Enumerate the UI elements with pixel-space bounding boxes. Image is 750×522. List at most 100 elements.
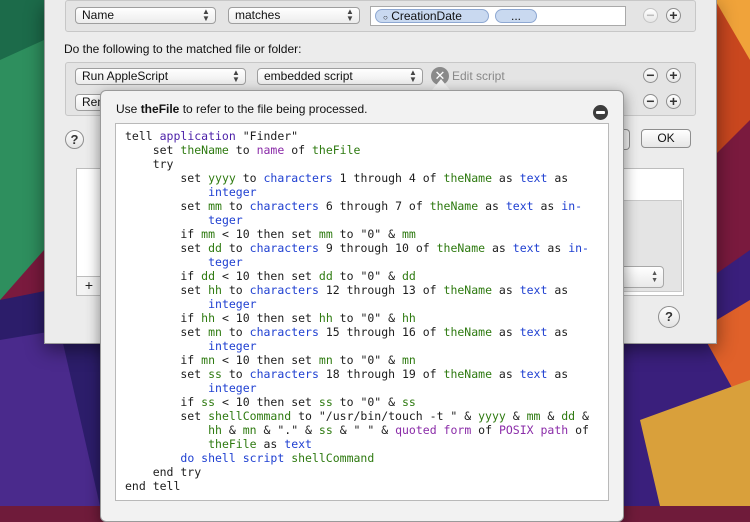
code-line: end tell — [125, 479, 608, 493]
code-line: integer — [125, 297, 608, 311]
code-token: hh — [318, 311, 333, 325]
code-token: to — [228, 143, 257, 157]
code-token: as — [492, 367, 520, 381]
applescript-editor[interactable]: tell application "Finder" set theName to… — [115, 123, 609, 501]
code-token: text — [505, 199, 534, 213]
code-token: yyyy — [478, 409, 506, 423]
code-token: set — [125, 143, 181, 157]
code-token: as — [547, 367, 569, 381]
code-token: ss — [318, 423, 333, 437]
code-token: 18 through 19 of — [318, 367, 444, 381]
code-token: set — [125, 325, 209, 339]
updown-arrows-icon: ▲ ▼ — [409, 68, 417, 84]
code-token: dd — [208, 241, 222, 255]
code-token: text — [284, 437, 312, 451]
code-token: 15 through 16 of — [318, 325, 444, 339]
code-token: set — [125, 409, 209, 423]
code-line: set mm to characters 6 through 7 of theN… — [125, 199, 608, 213]
code-token: 12 through 13 of — [318, 283, 444, 297]
code-line: theFile as text — [125, 437, 608, 451]
code-token: dd — [402, 269, 416, 283]
code-token: characters — [249, 241, 319, 255]
code-token: hh — [402, 311, 416, 325]
code-line: if hh < 10 then set hh to "0" & hh — [125, 311, 608, 325]
code-token: 9 through 10 of — [318, 241, 437, 255]
code-line: set shellCommand to "/usr/bin/touch -t "… — [125, 409, 608, 423]
code-token: of — [568, 423, 589, 437]
code-token: tell — [125, 129, 160, 143]
code-token: mn — [318, 353, 333, 367]
code-token: < 10 then set — [215, 353, 319, 367]
code-token: characters — [249, 367, 319, 381]
help-button-2[interactable]: ? — [658, 306, 680, 328]
code-line: if mm < 10 then set mm to "0" & mm — [125, 227, 608, 241]
add-action-button[interactable]: + — [666, 68, 681, 83]
code-token: characters — [249, 283, 319, 297]
code-token: quoted form — [395, 423, 472, 437]
attribute-value: Name — [82, 8, 115, 22]
code-token: to "/usr/bin/touch -t " & — [291, 409, 479, 423]
code-token: shellCommand — [208, 409, 292, 423]
code-token: as — [492, 283, 520, 297]
add-rule-button[interactable]: + — [76, 276, 102, 296]
code-token: as — [256, 437, 285, 451]
actions-label: Do the following to the matched file or … — [64, 42, 302, 56]
add-action-button-2[interactable]: + — [666, 94, 681, 109]
token-creationdate[interactable]: ○ CreationDate — [375, 9, 489, 23]
script-editor-popover: Use theFile to refer to the file being p… — [100, 90, 624, 522]
code-line: try — [125, 157, 608, 171]
help-button[interactable]: ? — [65, 130, 84, 149]
code-token: set — [125, 171, 209, 185]
remove-action-button-2[interactable]: − — [643, 94, 658, 109]
code-token: mm — [318, 227, 333, 241]
code-token: integer — [208, 185, 257, 199]
code-token: name — [256, 143, 285, 157]
edit-script-button[interactable]: Edit script — [452, 69, 505, 83]
add-condition-button[interactable]: + — [666, 8, 681, 23]
pattern-token-field[interactable]: ○ CreationDate ... — [370, 6, 626, 26]
code-token: dd — [318, 269, 333, 283]
code-token: theName — [443, 283, 492, 297]
code-token: mn — [208, 325, 222, 339]
code-token: ss — [201, 395, 216, 409]
code-token: & " " & — [332, 423, 396, 437]
action-popup[interactable]: Run AppleScript ▲ ▼ — [75, 68, 246, 85]
background-popup[interactable]: ▲ ▼ — [620, 266, 664, 288]
code-token: theFile — [311, 143, 361, 157]
code-line: if dd < 10 then set dd to "0" & dd — [125, 269, 608, 283]
popover-arrow — [432, 79, 450, 90]
code-token: dd — [561, 409, 576, 423]
ok-button[interactable]: OK — [641, 129, 691, 148]
cancel-button-edge[interactable] — [623, 129, 630, 150]
code-token: "Finder" — [235, 129, 299, 143]
collapse-popover-icon[interactable] — [593, 105, 608, 120]
code-token: of — [471, 423, 499, 437]
code-token: characters — [249, 199, 319, 213]
token-ellipsis[interactable]: ... — [495, 9, 537, 23]
code-token: text — [519, 325, 548, 339]
code-token: & — [540, 409, 562, 423]
code-token: mn — [242, 423, 257, 437]
code-line: integer — [125, 185, 608, 199]
code-token: if — [125, 269, 202, 283]
code-token: < 10 then set — [215, 269, 319, 283]
code-line: set hh to characters 12 through 13 of th… — [125, 283, 608, 297]
code-token: theFile — [208, 437, 257, 451]
code-token: theName — [443, 325, 492, 339]
code-token: to — [235, 171, 264, 185]
remove-action-button[interactable]: − — [643, 68, 658, 83]
script-source-popup[interactable]: embedded script ▲ ▼ — [257, 68, 423, 85]
operator-popup[interactable]: matches ▲ ▼ — [228, 7, 360, 24]
code-token: mn — [402, 353, 416, 367]
code-token: end tell — [125, 479, 181, 493]
code-line: teger — [125, 255, 608, 269]
remove-condition-button[interactable]: − — [643, 8, 658, 23]
updown-arrows-icon: ▲ ▼ — [651, 270, 658, 284]
operator-value: matches — [235, 8, 281, 22]
attribute-popup[interactable]: Name ▲ ▼ — [75, 7, 216, 24]
code-token: mm — [526, 409, 541, 423]
updown-arrows-icon: ▲ ▼ — [202, 7, 210, 23]
